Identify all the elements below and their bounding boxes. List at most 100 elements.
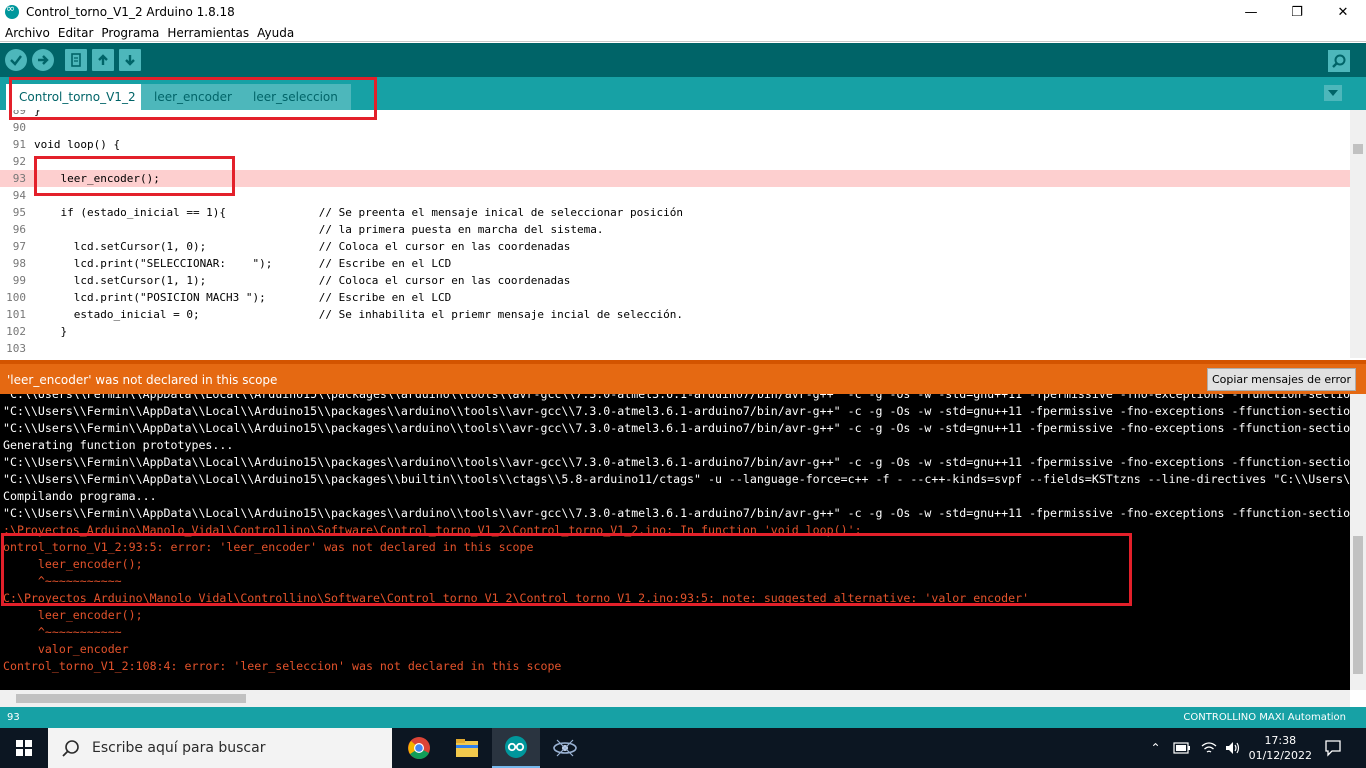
copy-errors-button[interactable]: Copiar mensajes de error: [1207, 368, 1356, 391]
code-text: lcd.print("SELECCIONAR: "); // Escribe e…: [34, 257, 452, 270]
start-button[interactable]: [0, 728, 48, 768]
console-line: Compilando programa...: [3, 489, 157, 503]
editor-scroll-thumb[interactable]: [1353, 144, 1363, 154]
console-line: "C:\\Users\\Fermin\\AppData\\Local\\Ardu…: [3, 394, 1351, 401]
console-line: "C:\\Users\\Fermin\\AppData\\Local\\Ardu…: [3, 421, 1351, 435]
code-line: 91 void loop() {: [0, 136, 1350, 153]
minimize-button[interactable]: —: [1228, 0, 1274, 24]
windows-logo-icon: [16, 740, 32, 756]
app-taskbar-button[interactable]: [541, 728, 589, 768]
maximize-button[interactable]: ❐: [1274, 0, 1320, 24]
console-line: "C:\\Users\\Fermin\\AppData\\Local\\Ardu…: [3, 404, 1351, 418]
line-number: 92: [12, 155, 26, 168]
footer-bar: 93 CONTROLLINO MAXI Automation: [0, 707, 1366, 728]
annotation-box-code: [34, 156, 235, 196]
menu-archivo[interactable]: Archivo: [2, 26, 53, 40]
new-button[interactable]: [65, 49, 87, 71]
console-horizontal-scrollbar[interactable]: [0, 690, 1350, 707]
search-placeholder: Escribe aquí para buscar: [92, 740, 266, 756]
line-number: 90: [12, 121, 26, 134]
taskbar-search[interactable]: Escribe aquí para buscar: [48, 728, 392, 768]
check-icon: [10, 55, 22, 66]
open-button[interactable]: [92, 49, 114, 71]
annotation-box-error: [1, 533, 1132, 606]
chevron-up-icon[interactable]: ⌃: [1151, 741, 1161, 755]
menu-bar: Archivo Editar Programa Herramientas Ayu…: [0, 24, 1366, 42]
line-number: 102: [6, 325, 26, 338]
line-number: 95: [12, 206, 26, 219]
code-text: lcd.setCursor(1, 1); // Coloca el cursor…: [34, 274, 571, 287]
notification-icon[interactable]: [1324, 739, 1342, 757]
title-bar: Control_torno_V1_2 Arduino 1.8.18 — ❐ ✕: [0, 0, 1366, 24]
upload-button[interactable]: [32, 49, 54, 71]
line-number: 94: [12, 189, 26, 202]
menu-ayuda[interactable]: Ayuda: [254, 26, 297, 40]
arrow-right-icon: [38, 55, 49, 65]
error-status-bar: 'leer_encoder' was not declared in this …: [0, 360, 1366, 394]
verify-button[interactable]: [5, 49, 27, 71]
window-title: Control_torno_V1_2 Arduino 1.8.18: [26, 5, 235, 19]
new-file-icon: [71, 53, 81, 67]
line-number: 96: [12, 223, 26, 236]
arrow-up-icon: [98, 54, 108, 65]
code-text: // la primera puesta en marcha del siste…: [34, 223, 604, 236]
line-number: 93: [12, 172, 26, 185]
speaker-icon[interactable]: [1225, 741, 1241, 755]
console-scrollbar[interactable]: [1350, 394, 1366, 690]
line-number: 99: [12, 274, 26, 287]
code-line: 98 lcd.print("SELECCIONAR: "); // Escrib…: [0, 255, 1350, 272]
close-button[interactable]: ✕: [1320, 0, 1366, 24]
code-line: 101 estado_inicial = 0; // Se inhabilita…: [0, 306, 1350, 323]
code-editor[interactable]: 89} 90 91 void loop() { 92 93 leer_encode…: [0, 110, 1366, 358]
line-number: 98: [12, 257, 26, 270]
clock-time: 17:38: [1264, 734, 1297, 747]
code-line: 102 }: [0, 323, 1350, 340]
console-line: Generating function prototypes...: [3, 438, 234, 452]
arduino-taskbar-button[interactable]: [492, 728, 540, 768]
code-line: 99 lcd.setCursor(1, 1); // Coloca el cur…: [0, 272, 1350, 289]
line-number: 101: [6, 308, 26, 321]
code-text: lcd.print("POSICION MACH3 "); // Escribe…: [34, 291, 452, 304]
toolbar: [0, 43, 1366, 77]
wifi-icon[interactable]: [1201, 741, 1217, 755]
code-line: 96 // la primera puesta en marcha del si…: [0, 221, 1350, 238]
battery-icon[interactable]: [1172, 742, 1191, 754]
code-line: 95 if (estado_inicial == 1){ // Se preen…: [0, 204, 1350, 221]
code-text: if (estado_inicial == 1){ // Se preenta …: [34, 206, 684, 219]
arduino-app-icon: [505, 736, 527, 758]
code-text: lcd.setCursor(1, 0); // Coloca el cursor…: [34, 240, 571, 253]
code-line: 103: [0, 340, 1350, 357]
serial-monitor-button[interactable]: [1328, 50, 1350, 72]
code-line: 97 lcd.setCursor(1, 0); // Coloca el cur…: [0, 238, 1350, 255]
console-line: "C:\\Users\\Fermin\\AppData\\Local\\Ardu…: [3, 472, 1351, 486]
explorer-taskbar-button[interactable]: [443, 728, 491, 768]
horizontal-scroll-thumb[interactable]: [16, 694, 246, 703]
console-scroll-thumb[interactable]: [1353, 536, 1363, 674]
line-number: 97: [12, 240, 26, 253]
code-text: }: [34, 325, 68, 338]
system-tray: ⌃ 17:38 01/12/2022: [1151, 728, 1366, 768]
save-button[interactable]: [119, 49, 141, 71]
error-message: 'leer_encoder' was not declared in this …: [7, 373, 278, 387]
window-controls: — ❐ ✕: [1228, 0, 1366, 24]
menu-programa[interactable]: Programa: [98, 26, 162, 40]
console-line: "C:\\Users\\Fermin\\AppData\\Local\\Ardu…: [3, 506, 1351, 520]
code-text: void loop() {: [34, 138, 121, 151]
console-error-line: ^~~~~~~~~~~~: [3, 625, 122, 639]
line-number: 91: [12, 138, 26, 151]
menu-editar[interactable]: Editar: [55, 26, 97, 40]
system-clock[interactable]: 17:38 01/12/2022: [1249, 733, 1312, 763]
editor-scrollbar[interactable]: [1350, 110, 1366, 358]
tab-menu-button[interactable]: [1324, 85, 1342, 101]
windows-taskbar: Escribe aquí para buscar ⌃ 17:38 01/12/2…: [0, 728, 1366, 768]
arduino-icon: [5, 2, 19, 19]
current-line-number: 93: [7, 712, 20, 723]
satellite-icon: [553, 739, 577, 757]
chevron-down-icon: [1328, 90, 1338, 96]
chrome-taskbar-button[interactable]: [395, 728, 443, 768]
menu-herramientas[interactable]: Herramientas: [164, 26, 252, 40]
console-error-line: leer_encoder();: [3, 608, 143, 622]
search-icon: [62, 740, 79, 757]
chrome-icon: [408, 737, 430, 759]
magnifier-icon: [1332, 54, 1346, 68]
